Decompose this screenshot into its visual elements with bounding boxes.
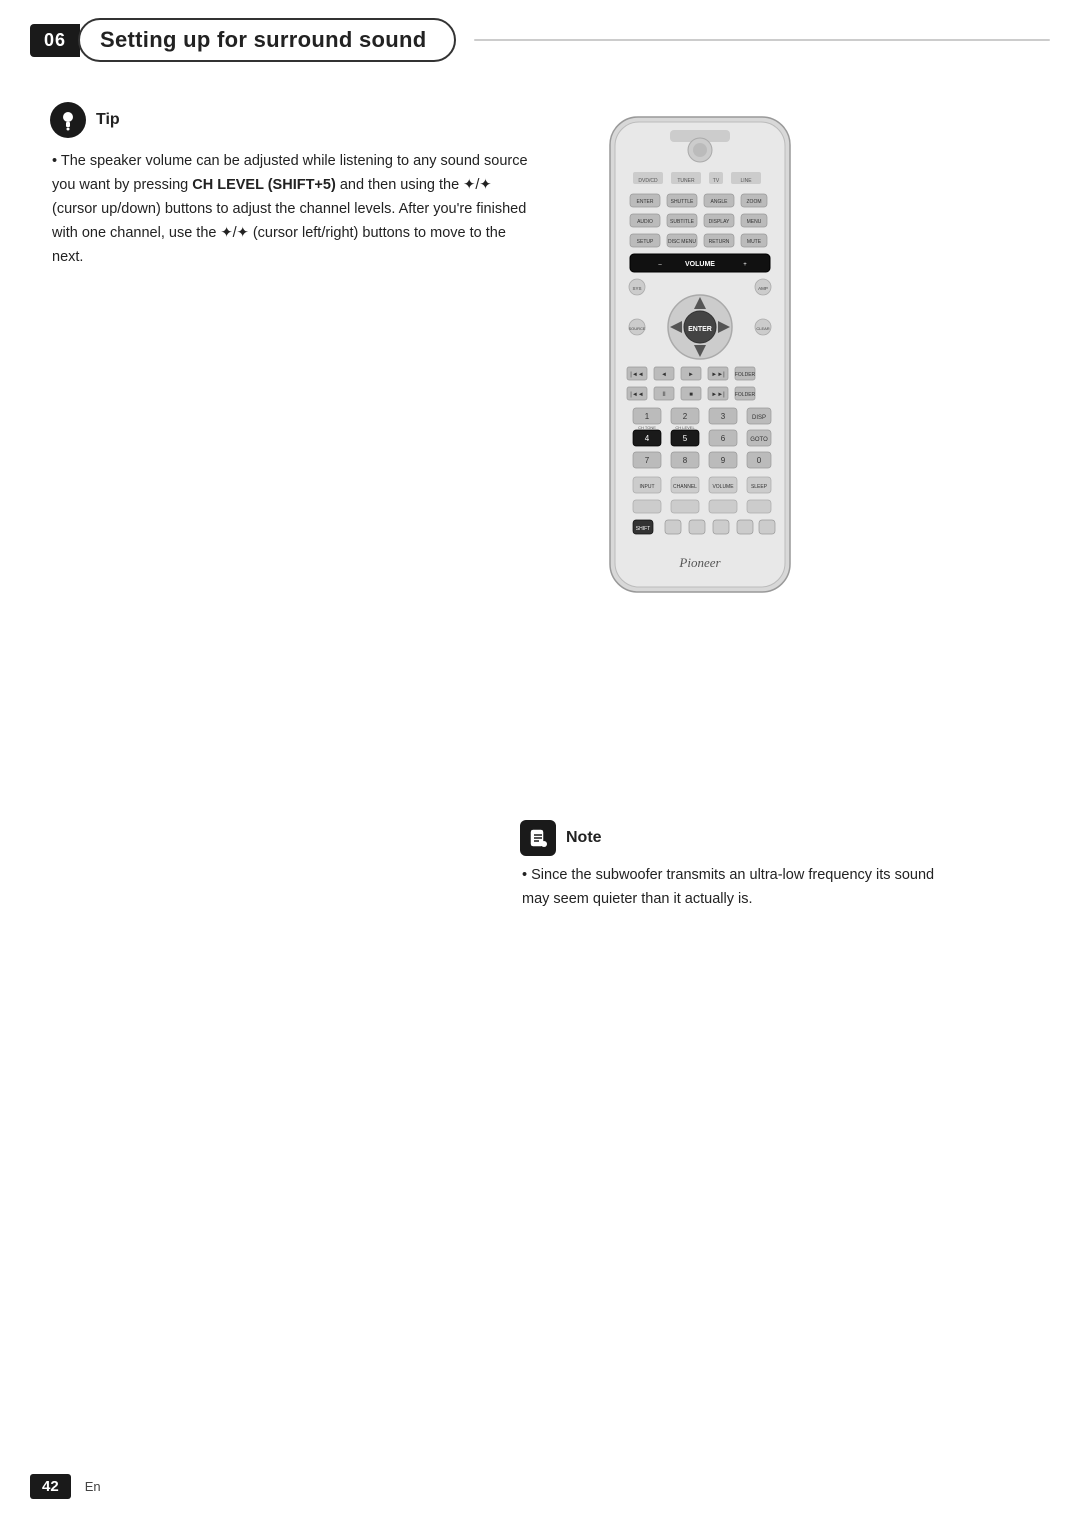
svg-text:DISP: DISP xyxy=(752,415,766,421)
svg-text:FOLDER: FOLDER xyxy=(735,372,756,378)
svg-text:1: 1 xyxy=(645,412,650,421)
svg-text:RETURN: RETURN xyxy=(709,239,730,245)
svg-text:2: 2 xyxy=(683,412,688,421)
svg-text:►: ► xyxy=(688,372,694,378)
svg-text:SLEEP: SLEEP xyxy=(751,484,768,490)
svg-text:9: 9 xyxy=(721,456,726,465)
svg-text:SUBTITLE: SUBTITLE xyxy=(670,219,695,225)
svg-text:8: 8 xyxy=(683,456,688,465)
tip-box: Tip • The speaker volume can be adjusted… xyxy=(50,102,530,270)
svg-text:AMP: AMP xyxy=(758,286,768,291)
remote-control-image: DVD/CD TUNER TV LINE ENTER SHUTTLE ANGLE… xyxy=(595,112,805,606)
svg-text:CH TONE: CH TONE xyxy=(638,425,656,430)
svg-text:FOLDER: FOLDER xyxy=(735,392,756,398)
note-text: • Since the subwoofer transmits an ultra… xyxy=(520,864,960,912)
remote-svg: DVD/CD TUNER TV LINE ENTER SHUTTLE ANGLE… xyxy=(595,112,805,602)
svg-text:MENU: MENU xyxy=(747,219,762,225)
tip-bold-phrase: CH LEVEL (SHIFT+5) xyxy=(192,177,336,193)
page-footer: 42 En xyxy=(0,1474,1080,1499)
svg-text:6: 6 xyxy=(721,434,726,443)
svg-text:ENTER: ENTER xyxy=(688,326,712,333)
svg-text:►►|: ►►| xyxy=(711,372,725,378)
remote-control-column: DVD/CD TUNER TV LINE ENTER SHUTTLE ANGLE… xyxy=(550,112,850,606)
svg-text:4: 4 xyxy=(645,434,650,443)
svg-text:3: 3 xyxy=(721,412,726,421)
svg-text:LINE: LINE xyxy=(740,178,752,184)
svg-text:CH LEVEL: CH LEVEL xyxy=(675,425,695,430)
svg-text:DVD/CD: DVD/CD xyxy=(638,178,658,184)
chapter-title: Setting up for surround sound xyxy=(78,18,456,62)
svg-text:AUDIO: AUDIO xyxy=(637,219,653,225)
svg-text:ENTER: ENTER xyxy=(637,199,654,205)
svg-text:►►|: ►►| xyxy=(711,392,725,398)
svg-text:SHUTTLE: SHUTTLE xyxy=(671,199,694,205)
svg-text:VOLUME: VOLUME xyxy=(712,484,734,490)
svg-text:CLEAR: CLEAR xyxy=(756,326,769,331)
svg-text:◄: ◄ xyxy=(661,372,667,378)
svg-text:ANGLE: ANGLE xyxy=(711,199,729,205)
note-header: Note xyxy=(520,820,960,856)
tip-header: Tip xyxy=(50,102,530,138)
note-label: Note xyxy=(566,829,602,847)
svg-text:DISC MENU: DISC MENU xyxy=(668,239,696,245)
svg-text:■: ■ xyxy=(689,392,693,398)
header-divider xyxy=(474,39,1050,41)
left-column: Tip • The speaker volume can be adjusted… xyxy=(50,102,530,606)
svg-text:II: II xyxy=(662,392,666,398)
tip-icon xyxy=(50,102,86,138)
note-icon xyxy=(520,820,556,856)
footer-language: En xyxy=(85,1479,101,1494)
svg-text:|◄◄: |◄◄ xyxy=(630,392,643,398)
svg-text:SETUP: SETUP xyxy=(637,239,654,245)
tip-text: • The speaker volume can be adjusted whi… xyxy=(50,150,530,270)
page-header: 06 Setting up for surround sound xyxy=(0,0,1080,72)
svg-text:TV: TV xyxy=(713,178,720,184)
svg-text:TUNER: TUNER xyxy=(677,178,695,184)
svg-text:ZOOM: ZOOM xyxy=(747,199,762,205)
svg-text:Pioneer: Pioneer xyxy=(678,555,721,570)
svg-text:5: 5 xyxy=(683,434,688,443)
svg-text:SOURCE: SOURCE xyxy=(628,326,645,331)
tip-label: Tip xyxy=(96,111,120,129)
svg-text:SYS: SYS xyxy=(632,286,641,291)
svg-text:SHIFT: SHIFT xyxy=(636,526,650,532)
main-content: Tip • The speaker volume can be adjusted… xyxy=(0,72,1080,606)
svg-text:MUTE: MUTE xyxy=(747,239,762,245)
svg-text:CHANNEL: CHANNEL xyxy=(673,484,697,490)
svg-text:GOTO: GOTO xyxy=(750,437,768,443)
note-section: Note • Since the subwoofer transmits an … xyxy=(480,820,1000,912)
page-number: 42 xyxy=(30,1474,71,1499)
svg-text:VOLUME: VOLUME xyxy=(685,261,715,268)
svg-text:INPUT: INPUT xyxy=(640,484,655,490)
svg-text:0: 0 xyxy=(757,456,762,465)
svg-text:7: 7 xyxy=(645,456,650,465)
svg-text:|◄◄: |◄◄ xyxy=(630,372,643,378)
chapter-number: 06 xyxy=(30,24,80,57)
svg-text:DISPLAY: DISPLAY xyxy=(709,219,730,225)
svg-text:+: + xyxy=(743,262,747,268)
